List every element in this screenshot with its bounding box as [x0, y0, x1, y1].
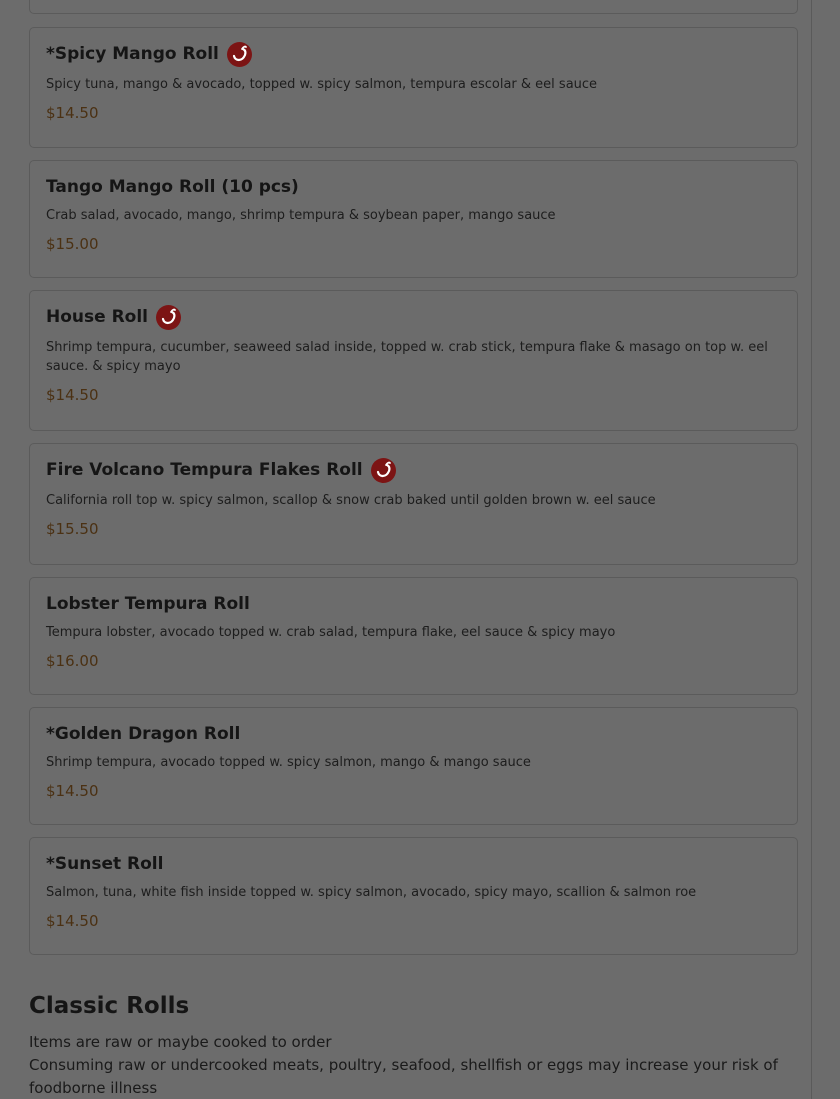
menu-item-title: *Sunset Roll: [46, 854, 164, 874]
menu-item-header: Tango Mango Roll (10 pcs): [46, 175, 781, 199]
menu-item-header: Lobster Tempura Roll: [46, 592, 781, 616]
menu-item-header: *Golden Dragon Roll: [46, 722, 781, 746]
menu-item-title: Lobster Tempura Roll: [46, 594, 250, 614]
page-edge-divider: [811, 0, 812, 1099]
menu-item-card[interactable]: House Roll Shrimp tempura, cucumber, sea…: [29, 290, 798, 431]
menu-item-header: House Roll: [46, 304, 781, 330]
menu-item-card[interactable]: *Sunset Roll Salmon, tuna, white fish in…: [29, 837, 798, 955]
menu-item-title: *Golden Dragon Roll: [46, 724, 241, 744]
menu-item-card[interactable]: *Golden Dragon Roll Shrimp tempura, avoc…: [29, 707, 798, 825]
menu-item-card[interactable]: Lobster Tempura Roll Tempura lobster, av…: [29, 577, 798, 695]
menu-item-price: $14.50: [46, 782, 99, 800]
menu-item-description: Crab salad, avocado, mango, shrimp tempu…: [46, 208, 556, 223]
menu-item-description: Spicy tuna, mango & avocado, topped w. s…: [46, 77, 598, 92]
menu-item-card[interactable]: Fire Volcano Tempura Flakes Roll Califor…: [29, 443, 798, 565]
menu-item-title: Fire Volcano Tempura Flakes Roll: [46, 460, 363, 480]
menu-item-title: House Roll: [46, 307, 148, 327]
menu-item-description: Tempura lobster, avocado topped w. crab …: [46, 625, 616, 640]
menu-item-price: $14.50: [46, 912, 99, 930]
section-note-warning: Consuming raw or undercooked meats, poul…: [29, 1056, 778, 1097]
menu-item-description: Shrimp tempura, avocado topped w. spicy …: [46, 755, 531, 770]
menu-item-header: Fire Volcano Tempura Flakes Roll: [46, 457, 781, 483]
menu-item-title: *Spicy Mango Roll: [46, 44, 219, 64]
menu-item-price: $14.50: [46, 386, 99, 404]
menu-item-price: $15.50: [46, 520, 99, 538]
menu-item-header: *Sunset Roll: [46, 852, 781, 876]
menu-page: *Spicy Mango Roll Spicy tuna, mango & av…: [0, 0, 840, 1099]
menu-item-card-partial[interactable]: [29, 0, 798, 14]
menu-item-description: Salmon, tuna, white fish inside topped w…: [46, 885, 697, 900]
chili-pepper-icon: [226, 41, 252, 67]
chili-pepper-icon: [156, 304, 181, 330]
section-note-raw: Items are raw or maybe cooked to order: [29, 1033, 332, 1051]
menu-item-description: California roll top w. spicy salmon, sca…: [46, 493, 656, 508]
section-title: Classic Rolls: [29, 993, 190, 1019]
menu-item-card[interactable]: Tango Mango Roll (10 pcs) Crab salad, av…: [29, 160, 798, 278]
menu-item-card[interactable]: *Spicy Mango Roll Spicy tuna, mango & av…: [29, 27, 798, 148]
menu-item-price: $14.50: [46, 104, 99, 122]
menu-item-price: $16.00: [46, 652, 99, 670]
menu-item-price: $15.00: [46, 235, 99, 253]
chili-pepper-icon: [370, 457, 396, 483]
menu-item-description: Shrimp tempura, cucumber, seaweed salad …: [46, 340, 768, 374]
menu-item-title: Tango Mango Roll (10 pcs): [46, 177, 299, 197]
menu-item-header: *Spicy Mango Roll: [46, 41, 781, 67]
